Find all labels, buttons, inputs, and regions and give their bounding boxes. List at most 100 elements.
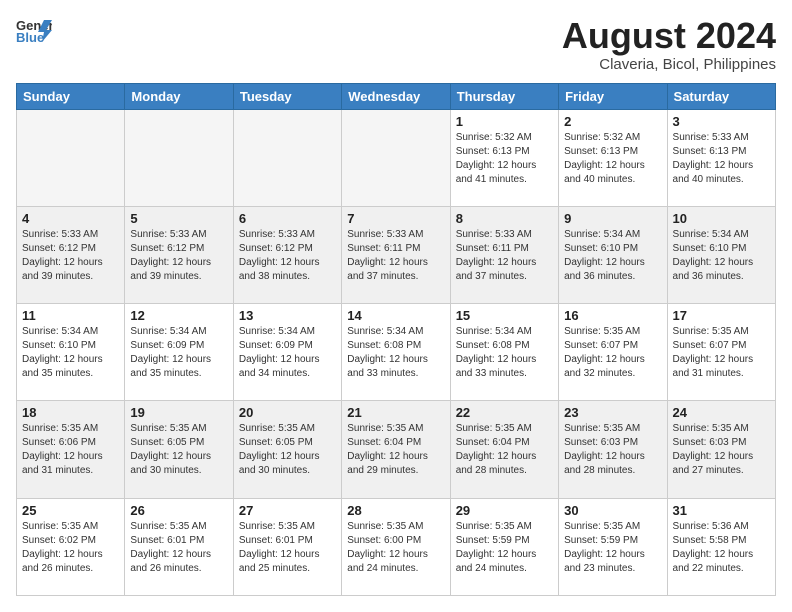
subtitle: Claveria, Bicol, Philippines [562, 56, 776, 73]
day-info: Sunrise: 5:33 AM Sunset: 6:11 PM Dayligh… [347, 228, 444, 284]
day-number: 29 [456, 503, 553, 518]
week-row-4: 18Sunrise: 5:35 AM Sunset: 6:06 PM Dayli… [17, 401, 776, 498]
day-number: 14 [347, 308, 444, 323]
day-number: 7 [347, 211, 444, 226]
calendar-cell: 20 Sunrise: 5:35 AM Sunset: 6:05 PM Dayli… [233, 401, 341, 498]
day-info: Sunrise: 5:35 AM Sunset: 5:59 PM Dayligh… [564, 520, 661, 576]
week-row-5: 25 Sunrise: 5:35 AM Sunset: 6:02 PM Dayli… [17, 498, 776, 595]
logo-icon: General Blue [16, 16, 52, 44]
day-number: 30 [564, 503, 661, 518]
day-info: Sunrise: 5:32 AM Sunset: 6:13 PM Dayligh… [456, 131, 553, 187]
day-info: Sunrise: 5:33 AM Sunset: 6:12 PM Dayligh… [130, 228, 227, 284]
calendar-cell: 3Sunrise: 5:33 AM Sunset: 6:13 PM Daylig… [667, 109, 775, 206]
calendar-cell: 4 Sunrise: 5:33 AM Sunset: 6:12 PM Daylig… [17, 206, 125, 303]
day-info: Sunrise: 5:36 AM Sunset: 5:58 PM Dayligh… [673, 520, 770, 576]
day-info: Sunrise: 5:35 AM Sunset: 6:05 PM Dayligh… [130, 422, 227, 478]
day-info: Sunrise: 5:32 AM Sunset: 6:13 PM Dayligh… [564, 131, 661, 187]
calendar-cell: 7 Sunrise: 5:33 AM Sunset: 6:11 PM Daylig… [342, 206, 450, 303]
calendar-cell: 28Sunrise: 5:35 AM Sunset: 6:00 PM Dayli… [342, 498, 450, 595]
day-number: 27 [239, 503, 336, 518]
day-info: Sunrise: 5:35 AM Sunset: 6:03 PM Dayligh… [564, 422, 661, 478]
day-info: Sunrise: 5:34 AM Sunset: 6:09 PM Dayligh… [239, 325, 336, 381]
svg-text:Blue: Blue [16, 30, 44, 44]
calendar-cell [342, 109, 450, 206]
weekday-wednesday: Wednesday [342, 83, 450, 109]
calendar-cell: 10Sunrise: 5:34 AM Sunset: 6:10 PM Dayli… [667, 206, 775, 303]
day-info: Sunrise: 5:33 AM Sunset: 6:11 PM Dayligh… [456, 228, 553, 284]
day-number: 17 [673, 308, 770, 323]
page: General Blue August 2024 Claveria, Bicol… [0, 0, 792, 612]
day-info: Sunrise: 5:35 AM Sunset: 6:07 PM Dayligh… [673, 325, 770, 381]
day-number: 11 [22, 308, 119, 323]
day-info: Sunrise: 5:35 AM Sunset: 6:00 PM Dayligh… [347, 520, 444, 576]
day-info: Sunrise: 5:34 AM Sunset: 6:08 PM Dayligh… [456, 325, 553, 381]
calendar-cell: 23Sunrise: 5:35 AM Sunset: 6:03 PM Dayli… [559, 401, 667, 498]
calendar-cell: 8 Sunrise: 5:33 AM Sunset: 6:11 PM Daylig… [450, 206, 558, 303]
day-number: 13 [239, 308, 336, 323]
day-info: Sunrise: 5:35 AM Sunset: 6:01 PM Dayligh… [130, 520, 227, 576]
weekday-sunday: Sunday [17, 83, 125, 109]
day-number: 21 [347, 405, 444, 420]
day-number: 16 [564, 308, 661, 323]
calendar-cell [125, 109, 233, 206]
day-number: 15 [456, 308, 553, 323]
day-number: 12 [130, 308, 227, 323]
week-row-1: 1 Sunrise: 5:32 AM Sunset: 6:13 PM Daylig… [17, 109, 776, 206]
calendar-cell: 12Sunrise: 5:34 AM Sunset: 6:09 PM Dayli… [125, 304, 233, 401]
calendar-cell: 19 Sunrise: 5:35 AM Sunset: 6:05 PM Dayli… [125, 401, 233, 498]
day-info: Sunrise: 5:35 AM Sunset: 6:01 PM Dayligh… [239, 520, 336, 576]
calendar-cell: 25 Sunrise: 5:35 AM Sunset: 6:02 PM Dayli… [17, 498, 125, 595]
day-number: 4 [22, 211, 119, 226]
calendar-table: SundayMondayTuesdayWednesdayThursdayFrid… [16, 83, 776, 596]
day-info: Sunrise: 5:35 AM Sunset: 5:59 PM Dayligh… [456, 520, 553, 576]
calendar-cell: 6Sunrise: 5:33 AM Sunset: 6:12 PM Daylig… [233, 206, 341, 303]
day-info: Sunrise: 5:35 AM Sunset: 6:04 PM Dayligh… [347, 422, 444, 478]
day-number: 20 [239, 405, 336, 420]
day-number: 31 [673, 503, 770, 518]
week-row-3: 11Sunrise: 5:34 AM Sunset: 6:10 PM Dayli… [17, 304, 776, 401]
calendar-cell: 31 Sunrise: 5:36 AM Sunset: 5:58 PM Dayli… [667, 498, 775, 595]
calendar-cell: 30 Sunrise: 5:35 AM Sunset: 5:59 PM Dayli… [559, 498, 667, 595]
day-info: Sunrise: 5:34 AM Sunset: 6:10 PM Dayligh… [673, 228, 770, 284]
weekday-friday: Friday [559, 83, 667, 109]
calendar-cell [17, 109, 125, 206]
day-info: Sunrise: 5:34 AM Sunset: 6:08 PM Dayligh… [347, 325, 444, 381]
calendar-cell: 2Sunrise: 5:32 AM Sunset: 6:13 PM Daylig… [559, 109, 667, 206]
weekday-tuesday: Tuesday [233, 83, 341, 109]
weekday-monday: Monday [125, 83, 233, 109]
main-title: August 2024 [562, 16, 776, 56]
day-number: 26 [130, 503, 227, 518]
day-number: 3 [673, 114, 770, 129]
weekday-header-row: SundayMondayTuesdayWednesdayThursdayFrid… [17, 83, 776, 109]
logo: General Blue [16, 16, 52, 44]
day-info: Sunrise: 5:35 AM Sunset: 6:04 PM Dayligh… [456, 422, 553, 478]
day-info: Sunrise: 5:35 AM Sunset: 6:07 PM Dayligh… [564, 325, 661, 381]
day-info: Sunrise: 5:33 AM Sunset: 6:12 PM Dayligh… [22, 228, 119, 284]
calendar-cell: 5 Sunrise: 5:33 AM Sunset: 6:12 PM Daylig… [125, 206, 233, 303]
week-row-2: 4 Sunrise: 5:33 AM Sunset: 6:12 PM Daylig… [17, 206, 776, 303]
calendar-cell: 21 Sunrise: 5:35 AM Sunset: 6:04 PM Dayli… [342, 401, 450, 498]
day-number: 25 [22, 503, 119, 518]
day-number: 19 [130, 405, 227, 420]
day-number: 18 [22, 405, 119, 420]
calendar-cell: 24Sunrise: 5:35 AM Sunset: 6:03 PM Dayli… [667, 401, 775, 498]
day-info: Sunrise: 5:35 AM Sunset: 6:05 PM Dayligh… [239, 422, 336, 478]
day-number: 5 [130, 211, 227, 226]
day-number: 22 [456, 405, 553, 420]
title-block: August 2024 Claveria, Bicol, Philippines [562, 16, 776, 73]
day-info: Sunrise: 5:35 AM Sunset: 6:02 PM Dayligh… [22, 520, 119, 576]
calendar-cell: 15 Sunrise: 5:34 AM Sunset: 6:08 PM Dayli… [450, 304, 558, 401]
calendar-cell: 16 Sunrise: 5:35 AM Sunset: 6:07 PM Dayli… [559, 304, 667, 401]
calendar-cell: 22 Sunrise: 5:35 AM Sunset: 6:04 PM Dayli… [450, 401, 558, 498]
day-info: Sunrise: 5:35 AM Sunset: 6:03 PM Dayligh… [673, 422, 770, 478]
day-number: 1 [456, 114, 553, 129]
calendar-cell: 29 Sunrise: 5:35 AM Sunset: 5:59 PM Dayli… [450, 498, 558, 595]
header: General Blue August 2024 Claveria, Bicol… [16, 16, 776, 73]
calendar-cell: 13 Sunrise: 5:34 AM Sunset: 6:09 PM Dayli… [233, 304, 341, 401]
calendar-cell: 9 Sunrise: 5:34 AM Sunset: 6:10 PM Daylig… [559, 206, 667, 303]
day-info: Sunrise: 5:34 AM Sunset: 6:10 PM Dayligh… [564, 228, 661, 284]
day-number: 8 [456, 211, 553, 226]
day-info: Sunrise: 5:33 AM Sunset: 6:12 PM Dayligh… [239, 228, 336, 284]
day-number: 9 [564, 211, 661, 226]
weekday-thursday: Thursday [450, 83, 558, 109]
